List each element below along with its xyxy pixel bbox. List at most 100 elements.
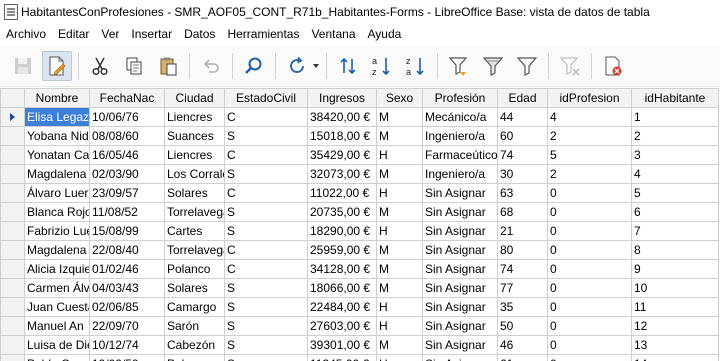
- cell-fechanac[interactable]: 02/03/90: [89, 164, 165, 184]
- table-row[interactable]: Yobana Nid 08/08/60 Suances S 15018,00 € M Ing…: [0, 126, 719, 146]
- cell-sexo[interactable]: M: [376, 202, 423, 222]
- column-header-ingresos[interactable]: Ingresos: [307, 88, 377, 108]
- cell-idhabitante[interactable]: 2: [631, 126, 719, 146]
- copy-button[interactable]: [119, 51, 149, 81]
- cell-nombre[interactable]: Blanca Rojo: [24, 202, 90, 222]
- cell-estadocivil[interactable]: C: [224, 240, 308, 260]
- cell-idhabitante[interactable]: 14: [631, 354, 719, 361]
- cell-idhabitante[interactable]: 10: [631, 278, 719, 298]
- menu-editar[interactable]: Editar: [52, 24, 95, 44]
- table-row[interactable]: Manuel An 22/09/70 Sarón S 27603,00 € H Sin As…: [0, 316, 719, 336]
- cell-ingresos[interactable]: 20735,00 €: [307, 202, 377, 222]
- reset-filter-button[interactable]: [555, 51, 585, 81]
- cell-ciudad[interactable]: Liencres: [164, 107, 225, 127]
- row-header[interactable]: [0, 107, 25, 127]
- table-row[interactable]: Alicia Izquie 01/02/46 Polanco C 34128,00 € M…: [0, 259, 719, 279]
- cell-sexo[interactable]: H: [376, 183, 423, 203]
- column-header-edad[interactable]: Edad: [497, 88, 548, 108]
- cell-edad[interactable]: 21: [497, 221, 548, 241]
- cell-profesion[interactable]: Sin Asignar: [422, 354, 498, 361]
- cell-idhabitante[interactable]: 4: [631, 164, 719, 184]
- column-header-profesion[interactable]: Profesión: [422, 88, 498, 108]
- cell-nombre[interactable]: Elisa LegazM: [24, 107, 90, 127]
- row-header[interactable]: [0, 240, 25, 260]
- column-header-ciudad[interactable]: Ciudad: [164, 88, 225, 108]
- cell-estadocivil[interactable]: S: [224, 278, 308, 298]
- cell-idprofesion[interactable]: 0: [547, 202, 632, 222]
- cell-profesion[interactable]: Mecánico/a: [422, 107, 498, 127]
- cell-edad[interactable]: 44: [497, 107, 548, 127]
- cell-ciudad[interactable]: Solares: [164, 278, 225, 298]
- cell-ingresos[interactable]: 15018,00 €: [307, 126, 377, 146]
- cell-sexo[interactable]: M: [376, 107, 423, 127]
- row-header[interactable]: [0, 183, 25, 203]
- delete-record-button[interactable]: [598, 51, 628, 81]
- table-row[interactable]: Elisa LegazM10/06/76LiencresC38420,00 €M…: [0, 107, 719, 127]
- cell-ciudad[interactable]: Camargo: [164, 297, 225, 317]
- cell-ciudad[interactable]: Liencres: [164, 145, 225, 165]
- cell-fechanac[interactable]: 22/09/70: [89, 316, 165, 336]
- table-row[interactable]: Magdalena 02/03/90 Los Corrale S 32073,00 € M…: [0, 164, 719, 184]
- cell-edad[interactable]: 35: [497, 297, 548, 317]
- cell-idprofesion[interactable]: 0: [547, 297, 632, 317]
- cell-fechanac[interactable]: 10/06/76: [89, 107, 165, 127]
- cell-ingresos[interactable]: 18290,00 €: [307, 221, 377, 241]
- cell-idprofesion[interactable]: 0: [547, 221, 632, 241]
- cell-profesion[interactable]: Ingeniero/a: [422, 126, 498, 146]
- cell-fechanac[interactable]: 16/05/46: [89, 145, 165, 165]
- cell-ciudad[interactable]: Cartes: [164, 221, 225, 241]
- cell-estadocivil[interactable]: S: [224, 316, 308, 336]
- cell-profesion[interactable]: Sin Asignar: [422, 335, 498, 355]
- cell-idhabitante[interactable]: 12: [631, 316, 719, 336]
- menu-datos[interactable]: Datos: [178, 24, 221, 44]
- row-header[interactable]: [0, 221, 25, 241]
- cell-idhabitante[interactable]: 11: [631, 297, 719, 317]
- cell-profesion[interactable]: Farmaceútico: [422, 145, 498, 165]
- row-header[interactable]: [0, 354, 25, 361]
- table-row[interactable]: Blanca Rojo 11/08/52 Torrelavega S 20735,00 …: [0, 202, 719, 222]
- cell-estadocivil[interactable]: S: [224, 354, 308, 361]
- cell-sexo[interactable]: M: [376, 240, 423, 260]
- cell-estadocivil[interactable]: S: [224, 335, 308, 355]
- cell-ingresos[interactable]: 27603,00 €: [307, 316, 377, 336]
- row-header[interactable]: [0, 297, 25, 317]
- cell-nombre[interactable]: Álvaro Luer: [24, 183, 90, 203]
- refresh-dropdown[interactable]: [312, 51, 320, 81]
- column-header-idhabitante[interactable]: idHabitante: [631, 88, 719, 108]
- cell-edad[interactable]: 50: [497, 316, 548, 336]
- cell-fechanac[interactable]: 08/08/60: [89, 126, 165, 146]
- cell-ingresos[interactable]: 18066,00 €: [307, 278, 377, 298]
- cell-estadocivil[interactable]: C: [224, 107, 308, 127]
- cell-nombre[interactable]: Yobana Nid: [24, 126, 90, 146]
- table-row[interactable]: Álvaro Luer 23/09/57 Solares C 11022,00 € H Si…: [0, 183, 719, 203]
- row-header[interactable]: [0, 278, 25, 298]
- cell-ciudad[interactable]: Polanco: [164, 354, 225, 361]
- cell-idhabitante[interactable]: 5: [631, 183, 719, 203]
- cell-edad[interactable]: 74: [497, 145, 548, 165]
- cell-edad[interactable]: 60: [497, 126, 548, 146]
- column-header-estadocivil[interactable]: EstadoCivil: [224, 88, 308, 108]
- cell-idprofesion[interactable]: 5: [547, 145, 632, 165]
- cell-idprofesion[interactable]: 0: [547, 259, 632, 279]
- cell-profesion[interactable]: Sin Asignar: [422, 240, 498, 260]
- cell-profesion[interactable]: Ingeniero/a: [422, 164, 498, 184]
- standard-filter-button[interactable]: [478, 51, 508, 81]
- cell-edad[interactable]: 74: [497, 259, 548, 279]
- cell-fechanac[interactable]: 15/08/99: [89, 221, 165, 241]
- cell-nombre[interactable]: Manuel An: [24, 316, 90, 336]
- cell-edad[interactable]: 30: [497, 164, 548, 184]
- cell-ingresos[interactable]: 39301,00 €: [307, 335, 377, 355]
- cell-fechanac[interactable]: 19/09/59: [89, 354, 165, 361]
- cell-sexo[interactable]: H: [376, 145, 423, 165]
- sort-descending-button[interactable]: z a: [401, 51, 431, 81]
- cell-fechanac[interactable]: 11/08/52: [89, 202, 165, 222]
- menu-ventana[interactable]: Ventana: [305, 24, 361, 44]
- cell-nombre[interactable]: Juan Cuesta: [24, 297, 90, 317]
- column-header-idprofesion[interactable]: idProfesion: [547, 88, 632, 108]
- cell-profesion[interactable]: Sin Asignar: [422, 183, 498, 203]
- table-row[interactable]: Yonatan Ca 16/05/46 Liencres C 35429,00 € H Fa…: [0, 145, 719, 165]
- cell-nombre[interactable]: Luisa de Die: [24, 335, 90, 355]
- cell-ciudad[interactable]: Cabezón: [164, 335, 225, 355]
- cell-ciudad[interactable]: Torrelavega: [164, 202, 225, 222]
- cell-ciudad[interactable]: Los Corrale: [164, 164, 225, 184]
